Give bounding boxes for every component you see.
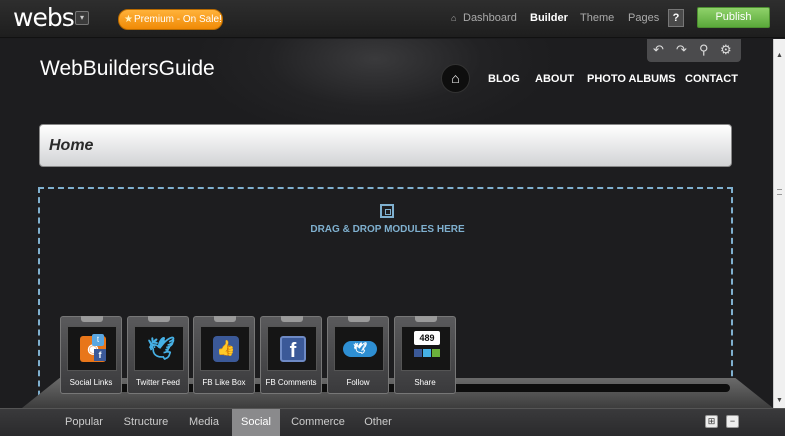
site-nav-about[interactable]: ABOUT: [535, 73, 574, 85]
settings-gear-icon[interactable]: ⚙: [720, 42, 732, 58]
module-icon-box: 👍: [200, 326, 250, 371]
module-social-links[interactable]: ◉ t f Social Links: [60, 316, 122, 394]
vertical-scrollbar[interactable]: ▲ ▼: [773, 39, 785, 408]
nav-dashboard[interactable]: Dashboard: [463, 12, 517, 24]
scroll-grip[interactable]: [777, 189, 782, 195]
module-category-tabs: Popular Structure Media Social Commerce …: [0, 408, 785, 436]
tab-structure[interactable]: Structure: [118, 409, 174, 436]
publish-button[interactable]: Publish: [697, 7, 770, 28]
tab-other[interactable]: Other: [358, 409, 398, 436]
tab-media[interactable]: Media: [182, 409, 226, 436]
site-nav-contact[interactable]: CONTACT: [685, 73, 738, 85]
follow-bird-icon: 🕊: [343, 341, 377, 357]
module-icon-box: f: [267, 326, 317, 371]
collapse-icon[interactable]: −: [726, 415, 739, 428]
logo-menu-icon[interactable]: ▾: [75, 11, 89, 25]
premium-label: Premium - On Sale!: [134, 14, 222, 25]
module-fb-comments[interactable]: f FB Comments: [260, 316, 322, 394]
twitter-bird-icon: 🕊: [147, 336, 175, 361]
home-icon: ⌂: [451, 13, 457, 23]
star-icon: ★: [124, 14, 133, 25]
site-nav-blog[interactable]: BLOG: [488, 73, 520, 85]
share-buttons-icon: [414, 349, 440, 357]
tab-popular[interactable]: Popular: [58, 409, 110, 436]
scroll-down-icon[interactable]: ▼: [776, 397, 783, 404]
module-twitter-feed[interactable]: 🕊 Twitter Feed: [127, 316, 189, 394]
module-label: Social Links: [69, 378, 113, 387]
share-count: 489: [414, 331, 440, 345]
site-canvas: WebBuildersGuide ↶ ↷ ⚲ ⚙ ⌂ BLOG ABOUT PH…: [0, 39, 773, 417]
help-button[interactable]: ?: [668, 9, 684, 27]
twitter-icon: t: [92, 334, 104, 346]
nav-pages[interactable]: Pages: [628, 12, 659, 24]
dropzone-label: DRAG & DROP MODULES HERE: [310, 224, 465, 235]
module-label: Follow: [346, 378, 370, 387]
grid-view-icon[interactable]: ⊞: [705, 415, 718, 428]
module-label: Twitter Feed: [135, 378, 180, 387]
module-clip: [415, 316, 437, 322]
module-icon-box: 🕊: [334, 326, 384, 371]
site-home-icon[interactable]: ⌂: [441, 64, 470, 93]
drop-target-icon: [380, 204, 394, 218]
page-heading-banner[interactable]: Home: [39, 124, 732, 167]
tab-social[interactable]: Social: [232, 409, 280, 436]
page-title: Home: [49, 137, 94, 154]
facebook-icon: f: [94, 349, 106, 361]
top-toolbar: webs ▾ ★ Premium - On Sale! ⌂ Dashboard …: [0, 0, 785, 38]
edit-toolbar: ↶ ↷ ⚲ ⚙: [647, 39, 741, 62]
module-clip: [281, 316, 303, 322]
undo-icon[interactable]: ↶: [653, 42, 664, 58]
module-follow[interactable]: 🕊 Follow: [327, 316, 389, 394]
scroll-up-icon[interactable]: ▲: [776, 52, 783, 59]
nav-builder[interactable]: Builder: [530, 12, 568, 24]
module-fb-like-box[interactable]: 👍 FB Like Box: [193, 316, 255, 394]
module-clip: [348, 316, 370, 322]
site-nav-photo-albums[interactable]: PHOTO ALBUMS: [587, 73, 676, 85]
module-icon-box: 489: [401, 326, 451, 371]
site-title[interactable]: WebBuildersGuide: [40, 57, 215, 81]
webs-logo[interactable]: webs: [13, 3, 75, 32]
tab-commerce[interactable]: Commerce: [288, 409, 348, 436]
redo-icon[interactable]: ↷: [676, 42, 687, 58]
module-label: Share: [414, 378, 436, 387]
module-icon-box: ◉ t f: [67, 326, 117, 371]
thumbs-up-icon: 👍: [213, 336, 239, 362]
module-clip: [148, 316, 170, 322]
module-share[interactable]: 489 Share: [394, 316, 456, 394]
nav-theme[interactable]: Theme: [580, 12, 614, 24]
zoom-icon[interactable]: ⚲: [699, 42, 709, 58]
premium-button[interactable]: ★ Premium - On Sale!: [118, 9, 223, 30]
module-clip: [214, 316, 236, 322]
module-icon-box: 🕊: [134, 326, 184, 371]
facebook-comment-icon: f: [280, 336, 306, 362]
module-label: FB Like Box: [202, 378, 246, 387]
module-clip: [81, 316, 103, 322]
module-label: FB Comments: [265, 378, 317, 387]
